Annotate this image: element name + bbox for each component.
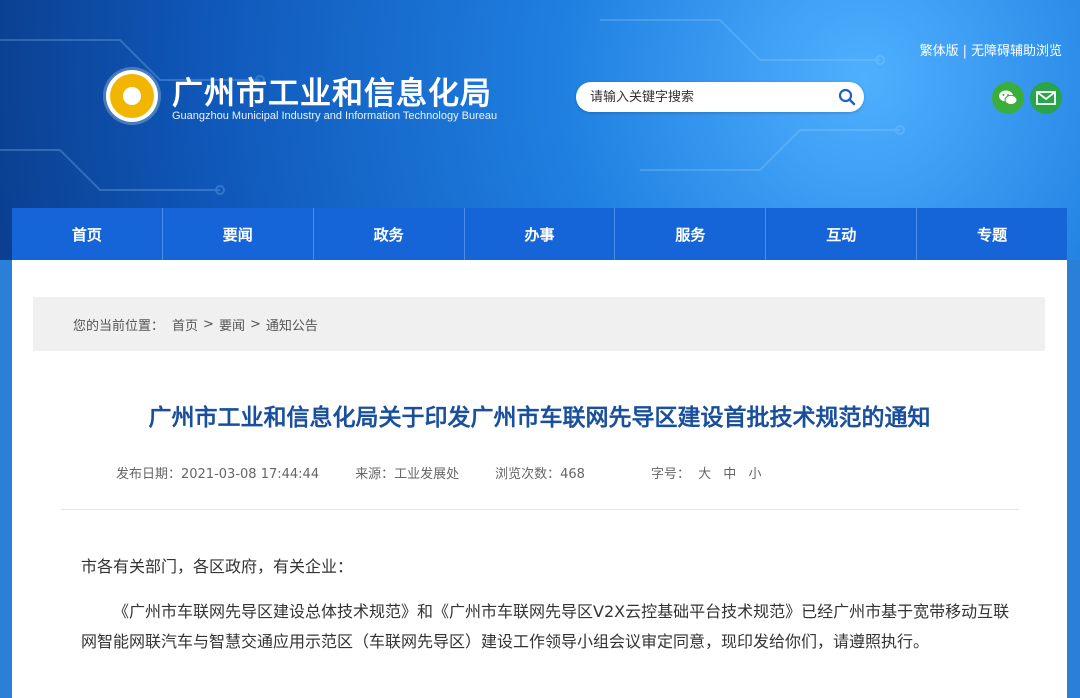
main-nav: 首页 要闻 政务 办事 服务 互动 专题 — [12, 208, 1067, 260]
nav-item-home[interactable]: 首页 — [12, 208, 163, 260]
breadcrumb-separator: > — [203, 316, 214, 332]
nav-item-government-affairs[interactable]: 政务 — [314, 208, 465, 260]
article-greeting: 市各有关部门，各区政府，有关企业： — [81, 557, 354, 576]
breadcrumb-notices[interactable]: 通知公告 — [266, 315, 318, 334]
search-input[interactable] — [576, 88, 830, 106]
article-title: 广州市工业和信息化局关于印发广州市车联网先导区建设首批技术规范的通知 — [148, 405, 931, 431]
nav-item-interaction[interactable]: 互动 — [766, 208, 918, 260]
article-paragraph: 《广州市车联网先导区建设总体技术规范》和《广州市车联网先导区V2X云控基础平台技… — [81, 602, 1010, 651]
view-count: 浏览次数：468 — [495, 467, 585, 482]
article-source: 来源：工业发展处 — [355, 467, 460, 482]
search-box — [576, 82, 864, 112]
accessibility-link[interactable]: 无障碍辅助浏览 — [971, 44, 1062, 59]
font-size-large[interactable]: 大 — [698, 467, 711, 482]
nav-item-topics[interactable]: 专题 — [917, 208, 1067, 260]
bureau-logo[interactable] — [106, 70, 158, 122]
traditional-chinese-link[interactable]: 繁体版 — [920, 44, 959, 59]
top-links-separator: | — [962, 44, 967, 59]
font-size-medium[interactable]: 中 — [723, 467, 736, 482]
logo-emblem-icon — [110, 74, 154, 118]
site-subtitle: Guangzhou Municipal Industry and Informa… — [172, 110, 498, 122]
breadcrumb-separator: > — [249, 316, 261, 332]
mail-icon[interactable] — [1030, 82, 1062, 114]
nav-item-news[interactable]: 要闻 — [163, 208, 314, 260]
breadcrumb-label: 您的当前位置： — [73, 318, 165, 334]
site-title[interactable]: 广州市工业和信息化局 — [172, 68, 492, 113]
breadcrumb: 您的当前位置： 首页 > 要闻 > 通知公告 — [33, 297, 1045, 351]
nav-item-services[interactable]: 服务 — [615, 208, 767, 260]
font-size-controls: 字号： 大 中 小 — [650, 467, 762, 482]
share-icons — [992, 82, 1062, 114]
content-panel: 您的当前位置： 首页 > 要闻 > 通知公告 广州市工业和信息化局关于印发广州市… — [12, 260, 1067, 698]
search-icon — [838, 88, 856, 106]
breadcrumb-news[interactable]: 要闻 — [219, 315, 245, 334]
search-button[interactable] — [830, 82, 864, 112]
publish-date: 发布日期：2021-03-08 17:44:44 — [116, 467, 320, 482]
top-links: 繁体版 | 无障碍辅助浏览 — [920, 40, 1062, 59]
divider — [61, 509, 1019, 510]
article-meta: 发布日期：2021-03-08 17:44:44 来源：工业发展处 浏览次数：4… — [116, 463, 765, 482]
wechat-icon[interactable] — [992, 82, 1024, 114]
nav-item-services-handling[interactable]: 办事 — [465, 208, 616, 260]
breadcrumb-home[interactable]: 首页 — [172, 315, 198, 334]
font-size-small[interactable]: 小 — [748, 467, 761, 482]
